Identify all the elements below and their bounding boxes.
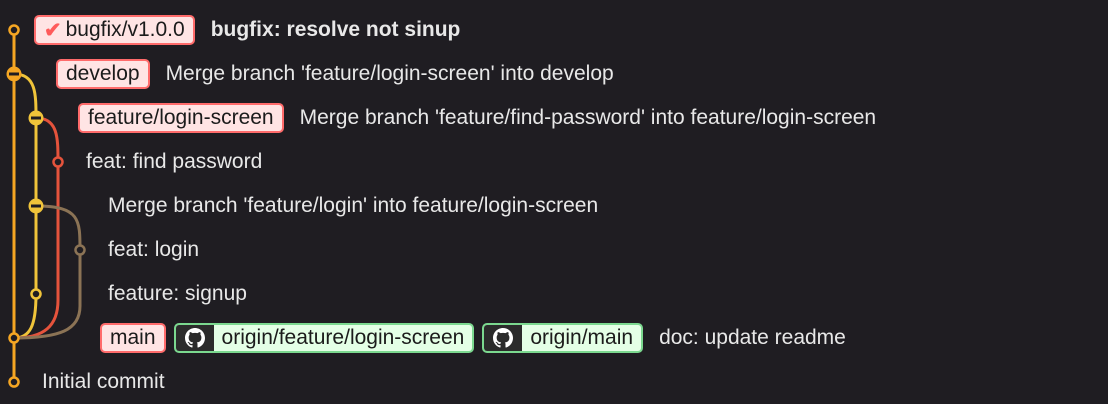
commit-row[interactable]: feat: login [108, 228, 199, 272]
commit-row[interactable]: feat: find password [86, 140, 262, 184]
commit-row[interactable]: ✔ bugfix/v1.0.0 bugfix: resolve not sinu… [34, 8, 460, 52]
commit-message: feat: find password [86, 150, 263, 173]
commit-row[interactable]: develop Merge branch 'feature/login-scre… [56, 52, 614, 96]
commit-row[interactable]: feature/login-screen Merge branch 'featu… [78, 96, 876, 140]
commit-message: Initial commit [42, 370, 165, 393]
remote-branch-label: origin/main [530, 326, 634, 349]
remote-branch-badge[interactable]: origin/feature/login-screen [173, 323, 475, 353]
commit-message: doc: update readme [659, 326, 846, 349]
merge-node-mark [31, 204, 41, 208]
github-icon [484, 325, 523, 351]
commit-node[interactable] [8, 332, 20, 344]
branch-badge[interactable]: develop [56, 59, 150, 89]
merge-node-mark [9, 72, 19, 76]
commit-node[interactable] [52, 156, 64, 168]
merge-node-mark [31, 116, 41, 120]
commit-message: bugfix: resolve not sinup [210, 18, 461, 41]
branch-badge[interactable]: feature/login-screen [78, 103, 284, 133]
remote-branch-label: origin/feature/login-screen [221, 326, 465, 349]
commit-node[interactable] [74, 244, 86, 256]
commit-row[interactable]: Initial commit [42, 360, 165, 404]
branch-label: feature/login-screen [88, 106, 274, 129]
commit-message: feature: signup [108, 282, 247, 305]
branch-label: develop [66, 62, 140, 85]
remote-branch-badge[interactable]: origin/main [482, 323, 644, 353]
lane-login [13, 204, 82, 340]
commit-row[interactable]: main origin/feature/login-screen origin/… [100, 316, 846, 360]
tag-badge[interactable]: ✔ bugfix/v1.0.0 [34, 15, 195, 45]
commit-node[interactable] [8, 376, 20, 388]
commit-message: Merge branch 'feature/login' into featur… [108, 194, 599, 217]
commit-message: Merge branch 'feature/find-password' int… [299, 106, 877, 129]
commit-message: Merge branch 'feature/login-screen' into… [165, 62, 614, 85]
commit-row[interactable]: feature: signup [108, 272, 247, 316]
github-icon [175, 325, 214, 351]
check-icon: ✔ [44, 18, 62, 42]
commit-row[interactable]: Merge branch 'feature/login' into featur… [108, 184, 598, 228]
commit-node[interactable] [30, 288, 42, 300]
commit-message: feat: login [108, 238, 200, 261]
branch-label: main [110, 326, 156, 349]
tag-label: bugfix/v1.0.0 [65, 18, 185, 41]
commit-node[interactable] [8, 24, 20, 36]
branch-badge[interactable]: main [100, 323, 166, 353]
